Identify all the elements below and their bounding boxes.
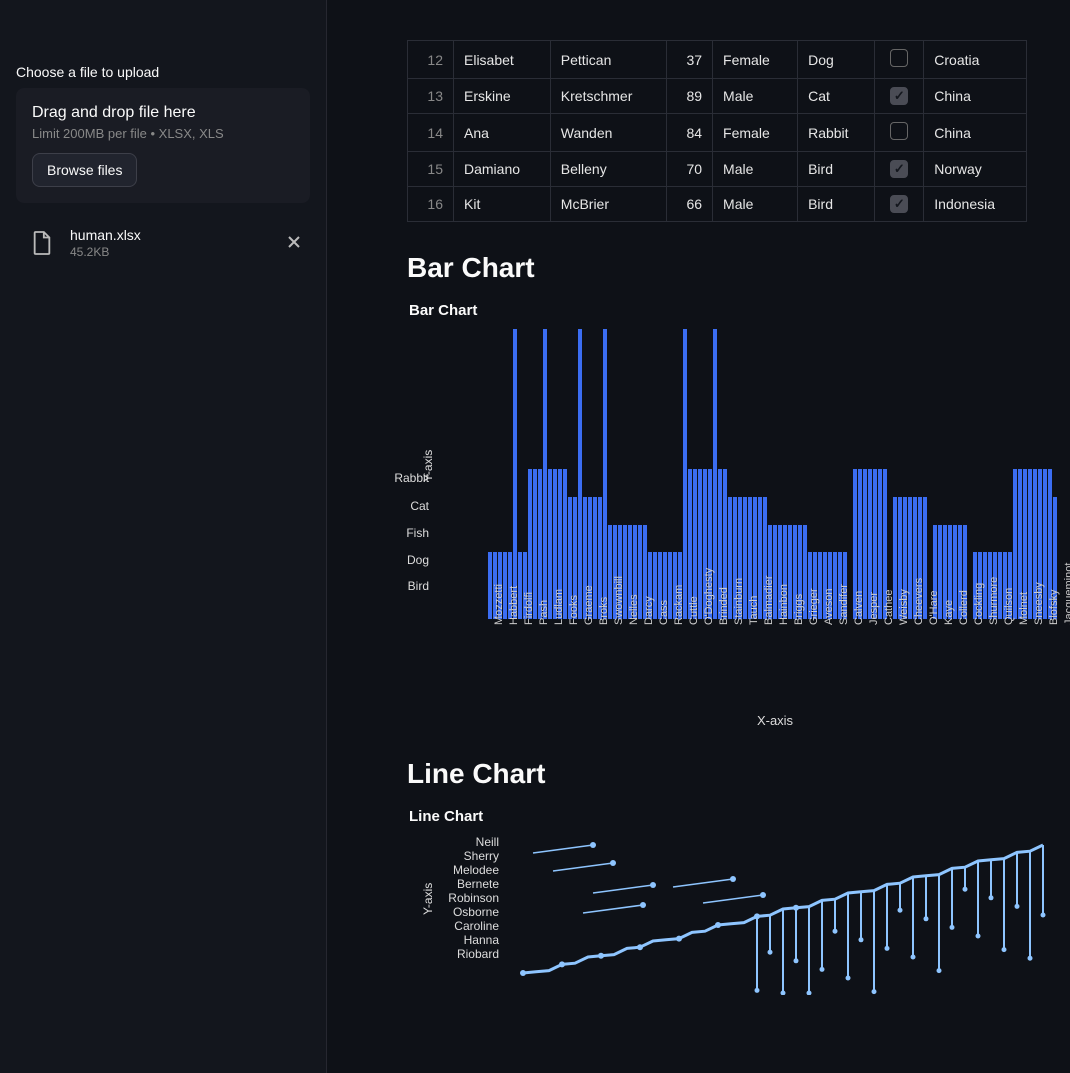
cell-gender: Female [713,114,798,152]
row-index: 13 [408,79,454,114]
bar-chart-xticks: MozzettiHabbertFirdolfiPashLudlamFooksGr… [483,619,1067,709]
table-row: 12ElisabetPettican37FemaleDog Croatia [408,41,1027,79]
checkbox-icon[interactable] [890,195,908,213]
sidebar: Choose a file to upload Drag and drop fi… [0,0,327,1073]
uploaded-file-row: human.xlsx 45.2KB [16,211,310,275]
upload-label: Choose a file to upload [16,64,310,80]
cell-firstname: Ana [454,114,551,152]
bar-chart-bars [483,329,1067,619]
cell-lastname: Pettican [550,41,666,79]
cell-firstname: Damiano [454,152,551,187]
uploaded-file-name: human.xlsx [70,227,284,243]
cell-firstname: Elisabet [454,41,551,79]
line-chart-heading: Line Chart [407,758,1070,790]
cell-country: Croatia [924,41,1027,79]
cell-age: 37 [667,41,713,79]
table-row: 14AnaWanden84FemaleRabbit China [408,114,1027,152]
data-table: 12ElisabetPettican37FemaleDogCroatia13Er… [407,40,1027,222]
line-chart-svg [503,835,1063,995]
bar-chart-heading: Bar Chart [407,252,1070,284]
remove-file-button[interactable] [284,235,304,252]
cell-country: China [924,79,1027,114]
dropzone-subtitle: Limit 200MB per file • XLSX, XLS [32,126,294,141]
cell-age: 84 [667,114,713,152]
cell-gender: Male [713,79,798,114]
cell-country: Indonesia [924,187,1027,222]
cell-flag [875,187,924,222]
checkbox-icon[interactable] [890,49,908,67]
cell-gender: Male [713,152,798,187]
cell-lastname: Kretschmer [550,79,666,114]
cell-lastname: Wanden [550,114,666,152]
checkbox-icon[interactable] [890,87,908,105]
row-index: 15 [408,152,454,187]
cell-age: 70 [667,152,713,187]
file-dropzone[interactable]: Drag and drop file here Limit 200MB per … [16,88,310,203]
cell-flag [875,114,924,152]
cell-gender: Female [713,41,798,79]
cell-pet: Dog [798,41,875,79]
cell-age: 89 [667,79,713,114]
line-chart-yticks: NeillSherryMelodeeBerneteRobinsonOsborne… [433,835,499,961]
bar-chart-title: Bar Chart [409,302,1067,319]
table-row: 15DamianoBelleny70MaleBird Norway [408,152,1027,187]
bar-chart-xlabel: X-axis [483,713,1067,728]
row-index: 12 [408,41,454,79]
browse-files-button[interactable]: Browse files [32,153,137,187]
cell-lastname: McBrier [550,187,666,222]
main-content: 12ElisabetPettican37FemaleDogCroatia13Er… [327,0,1070,1073]
row-index: 14 [408,114,454,152]
cell-pet: Bird [798,187,875,222]
cell-flag [875,79,924,114]
cell-pet: Cat [798,79,875,114]
cell-age: 66 [667,187,713,222]
table-row: 16KitMcBrier66MaleBird Indonesia [408,187,1027,222]
table-row: 13ErskineKretschmer89MaleCat China [408,79,1027,114]
line-chart-area [503,835,1067,995]
checkbox-icon[interactable] [890,160,908,178]
cell-pet: Rabbit [798,114,875,152]
bar-chart: Bar Chart Y-axis RabbitCatFishDogBird Mo… [407,302,1067,728]
checkbox-icon[interactable] [890,122,908,140]
cell-flag [875,152,924,187]
cell-gender: Male [713,187,798,222]
cell-flag [875,41,924,79]
cell-firstname: Erskine [454,79,551,114]
cell-lastname: Belleny [550,152,666,187]
line-chart: Line Chart Y-axis NeillSherryMelodeeBern… [407,808,1067,995]
uploaded-file-size: 45.2KB [70,245,284,259]
cell-country: China [924,114,1027,152]
file-icon [22,223,62,263]
cell-country: Norway [924,152,1027,187]
dropzone-title: Drag and drop file here [32,104,294,122]
cell-firstname: Kit [454,187,551,222]
line-chart-title: Line Chart [409,808,1067,825]
row-index: 16 [408,187,454,222]
cell-pet: Bird [798,152,875,187]
